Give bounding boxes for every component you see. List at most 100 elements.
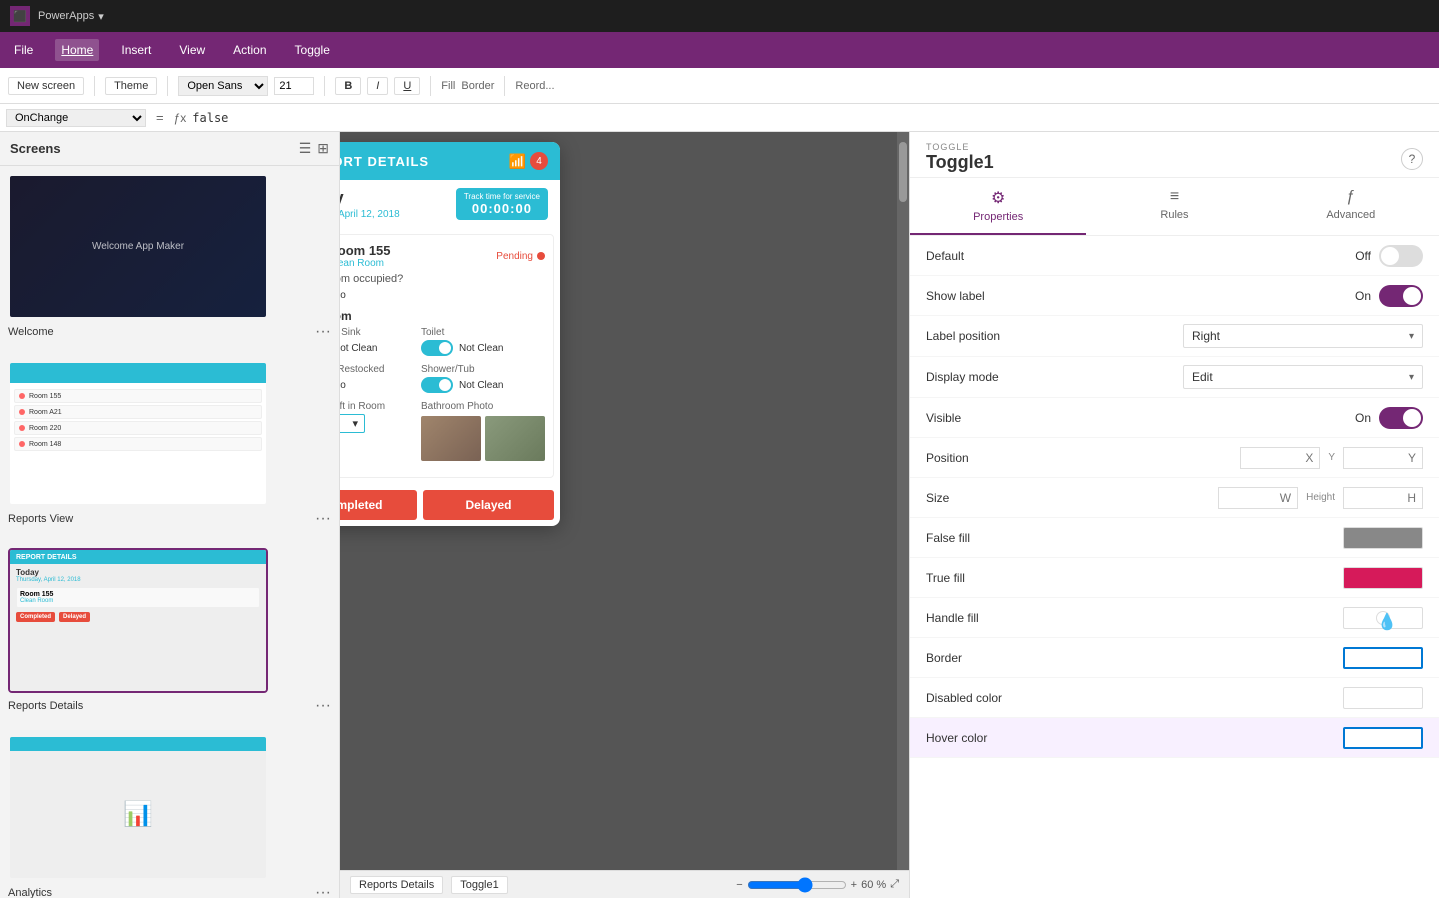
default-off-label: Off [1355,249,1371,263]
app-towels-dropdown[interactable]: 1 ▾ [340,414,365,433]
border-swatch[interactable] [1343,647,1423,669]
property-select[interactable]: OnChange [6,109,146,127]
app-shower-toggle[interactable] [421,377,453,393]
prop-false-fill-value [1066,527,1423,549]
app-name-chevron[interactable]: ▾ [98,10,104,23]
visible-toggle[interactable] [1379,407,1423,429]
formula-input[interactable] [192,111,1433,125]
tab-rules[interactable]: ≡ Rules [1086,178,1262,235]
details-preview-room: Room 155 Clean Room [16,587,260,608]
analytics-preview-content: 📊 [10,751,266,878]
prop-border-value [1066,647,1423,669]
canvas-tab-toggle[interactable]: Toggle1 [451,876,508,894]
display-mode-select[interactable]: Edit ▾ [1183,365,1423,389]
position-y-label: Y [1328,452,1335,463]
underline-button[interactable]: U [394,77,420,95]
size-w-input[interactable] [1218,487,1298,509]
canvas-scrollbar[interactable] [897,132,909,870]
app-photo-row [421,416,545,461]
app-toilet-toggle[interactable] [421,340,453,356]
formula-fx-icon: ƒx [174,111,187,125]
default-toggle[interactable] [1379,245,1423,267]
position-y-input[interactable] [1343,447,1423,469]
zoom-minus[interactable]: − [736,879,742,891]
screens-title: Screens [10,141,61,156]
bold-button[interactable]: B [335,77,361,95]
label-position-select[interactable]: Right ▾ [1183,324,1423,348]
screen-item-welcome[interactable]: Welcome App Maker Welcome ··· [8,174,331,341]
panel-content: Default Off Show label On Labe [910,236,1439,898]
panel-type-label: TOGGLE [926,142,1423,152]
screen-item-analytics[interactable]: 📊 Analytics ··· [8,735,331,898]
app-toilet-status: Not Clean [459,343,503,354]
menu-insert[interactable]: Insert [115,39,157,61]
new-screen-button[interactable]: New screen [8,77,84,95]
menu-action[interactable]: Action [227,39,272,61]
prop-position-label: Position [926,451,1066,465]
zoom-slider[interactable] [747,877,847,893]
theme-button[interactable]: Theme [105,77,157,95]
reports-more-icon[interactable]: ··· [315,510,331,528]
prop-display-mode-text: Display mode [926,370,1066,384]
handle-fill-swatch[interactable]: 💧 [1343,607,1423,629]
prop-default-value: Off [1066,245,1423,267]
menu-toggle[interactable]: Toggle [289,39,336,61]
completed-button[interactable]: Completed [340,490,417,520]
screen-item-reports[interactable]: Room 155 Room A21 Room 220 Room 148 Repo… [8,361,331,528]
zoom-plus[interactable]: + [851,879,857,891]
tab-properties[interactable]: ⚙ Properties [910,178,1086,235]
canvas-tab-details[interactable]: Reports Details [350,876,443,894]
italic-button[interactable]: I [367,77,388,95]
app-photo-2-placeholder [485,416,545,461]
screen-item-details[interactable]: REPORT DETAILS Today Thursday, April 12,… [8,548,331,715]
true-fill-swatch[interactable] [1343,567,1423,589]
menu-file[interactable]: File [8,39,39,61]
app-name-label: PowerApps [38,10,94,22]
details-more-icon[interactable]: ··· [315,697,331,715]
screen-list: Welcome App Maker Welcome ··· Ro [0,166,339,898]
delayed-button[interactable]: Delayed [423,490,554,520]
show-label-toggle[interactable] [1379,285,1423,307]
prop-true-fill: True fill [910,558,1439,598]
app-occupied-value: No [340,290,346,301]
menu-view[interactable]: View [173,39,211,61]
visible-on-label: On [1355,411,1371,425]
screen-thumb-reports: Room 155 Room A21 Room 220 Room 148 [8,361,268,506]
analytics-more-icon[interactable]: ··· [315,884,331,898]
panel-help-button[interactable]: ? [1401,148,1423,170]
false-fill-swatch[interactable] [1343,527,1423,549]
hover-color-swatch[interactable] [1343,727,1423,749]
rules-tab-icon: ≡ [1170,188,1179,206]
label-position-value: Right [1192,329,1220,343]
title-bar: ⬛ PowerApps ▾ [0,0,1439,32]
analytics-label: Analytics [8,887,52,898]
app-logo: ⬛ [10,6,30,26]
zoom-fit-icon[interactable]: ⤢ [890,878,899,891]
report-row-1: Room 155 [14,389,262,403]
details-preview-date: Thursday, April 12, 2018 [16,577,260,583]
disabled-color-swatch[interactable] [1343,687,1423,709]
powerapps-window: ⬛ PowerApps ▾ File Home Insert View Acti… [0,0,1439,898]
size-h-input[interactable] [1343,487,1423,509]
screens-list-icon[interactable]: ☰ [299,140,312,157]
app-towels-col: Towels Left in Room 1 ▾ [340,401,415,465]
app-sink-label: Bathroom Sink [340,327,415,338]
details-preview-completed: Completed [16,612,55,622]
menu-home[interactable]: Home [55,39,99,61]
welcome-more-icon[interactable]: ··· [315,323,331,341]
prop-handle-fill-value: 💧 [1066,607,1423,629]
app-badge: 4 [530,152,548,170]
position-x-input[interactable] [1240,447,1320,469]
tab-advanced[interactable]: ƒ Advanced [1263,178,1439,235]
prop-true-fill-value [1066,567,1423,589]
screen-thumb-analytics: 📊 [8,735,268,880]
zoom-level: 60 % [861,879,886,891]
font-size-input[interactable] [274,77,314,95]
font-select[interactable]: Open Sans [178,76,268,96]
analytics-preview: 📊 [10,737,266,878]
screens-grid-icon[interactable]: ⊞ [317,140,329,157]
properties-tab-icon: ⚙ [991,188,1005,208]
canvas-scrollbar-thumb[interactable] [899,142,907,202]
app-towels-label: Towels Left in Room [340,401,415,412]
report-row-2: Room A21 [14,405,262,419]
